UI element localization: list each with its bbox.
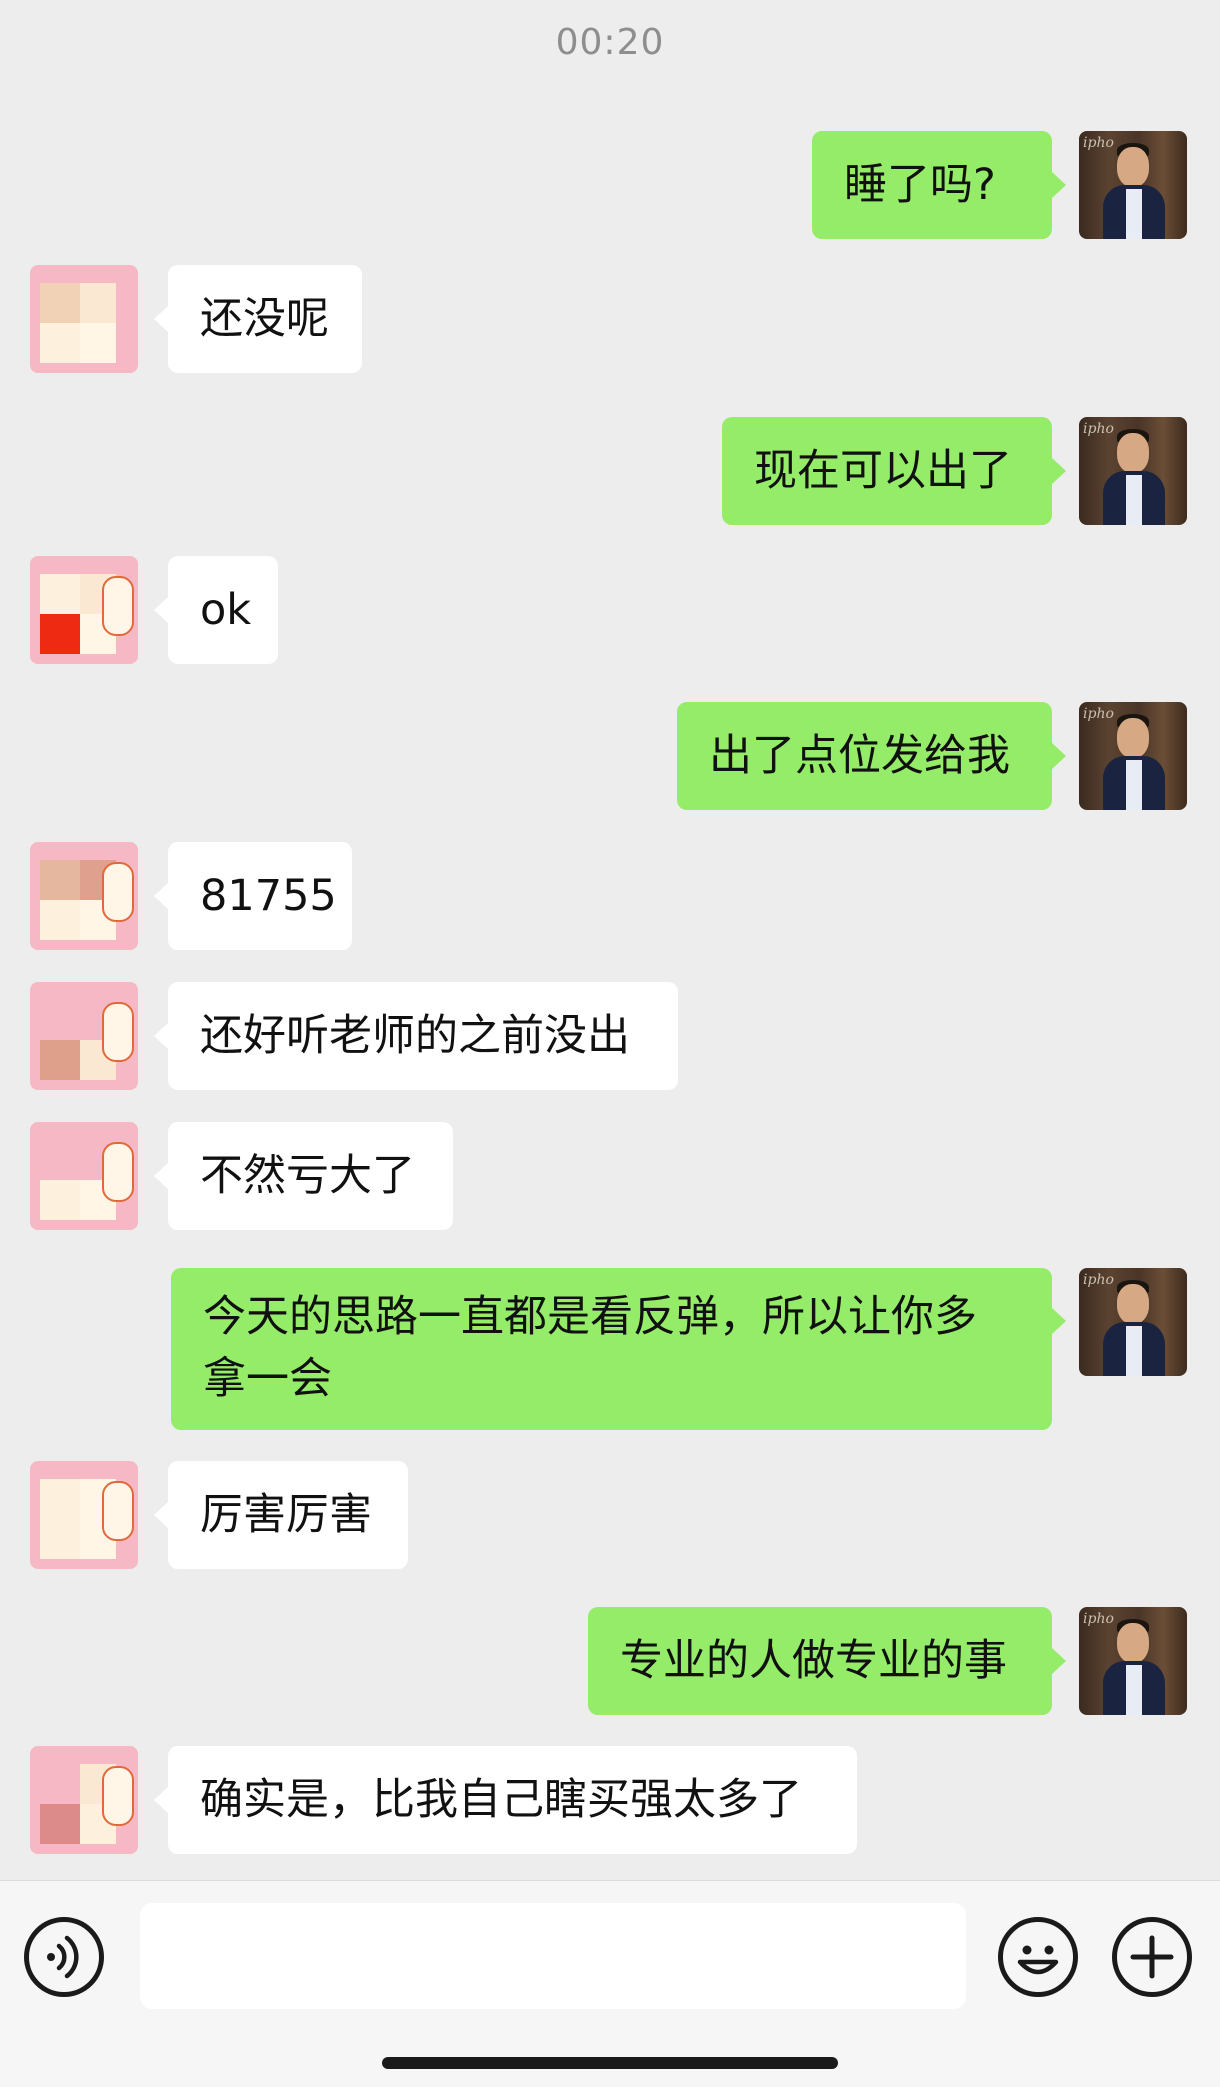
avatar-caption: ipho	[1083, 1272, 1114, 1288]
bubble-tail	[1052, 172, 1066, 198]
message-bubble-sent[interactable]: 今天的思路一直都是看反弹，所以让你多 拿一会	[171, 1268, 1052, 1430]
message-bubble-received[interactable]: 确实是，比我自己瞎买强太多了	[168, 1746, 857, 1854]
friend-avatar[interactable]	[30, 842, 138, 950]
bubble-tail	[1052, 458, 1066, 484]
message-bubble-sent[interactable]: 出了点位发给我	[677, 702, 1052, 810]
bubble-tail	[154, 306, 168, 332]
avatar-caption: ipho	[1083, 706, 1114, 722]
message-bubble-received[interactable]: 厉害厉害	[168, 1461, 408, 1569]
chat-screen: 00:20 睡了吗? ipho 还没呢 现在可以出了 ipho ok 出了点位发…	[0, 0, 1220, 2087]
friend-avatar[interactable]	[30, 1461, 138, 1569]
my-avatar[interactable]: ipho	[1079, 1607, 1187, 1715]
message-bubble-received[interactable]: 还没呢	[168, 265, 362, 373]
emoji-icon	[1017, 1945, 1059, 1975]
friend-avatar[interactable]	[30, 556, 138, 664]
avatar-caption: ipho	[1083, 421, 1114, 437]
avatar-caption: ipho	[1083, 135, 1114, 151]
plus-icon	[1130, 1935, 1174, 1979]
voice-mode-button[interactable]	[24, 1917, 104, 1997]
bubble-tail	[1052, 743, 1066, 769]
message-line: 今天的思路一直都是看反弹，所以让你多	[203, 1292, 977, 1342]
bubble-tail	[154, 1502, 168, 1528]
more-options-button[interactable]	[1112, 1917, 1192, 1997]
message-bubble-sent[interactable]: 现在可以出了	[722, 417, 1052, 525]
my-avatar[interactable]: ipho	[1079, 131, 1187, 239]
message-bubble-received[interactable]: 不然亏大了	[168, 1122, 453, 1230]
bubble-tail	[1052, 1308, 1066, 1334]
friend-avatar[interactable]	[30, 982, 138, 1090]
emoji-button[interactable]	[998, 1917, 1078, 1997]
message-bubble-sent[interactable]: 专业的人做专业的事	[588, 1607, 1052, 1715]
voice-mode-icon	[47, 1935, 79, 1979]
message-timestamp: 00:20	[555, 22, 665, 63]
message-input[interactable]	[140, 1903, 966, 2009]
message-bubble-received[interactable]: 81755	[168, 842, 352, 950]
friend-avatar[interactable]	[30, 1122, 138, 1230]
my-avatar[interactable]: ipho	[1079, 417, 1187, 525]
bubble-tail	[154, 883, 168, 909]
bubble-tail	[154, 597, 168, 623]
home-indicator[interactable]	[382, 2057, 838, 2069]
chat-input-bar	[0, 1880, 1220, 2087]
friend-avatar[interactable]	[30, 1746, 138, 1854]
bubble-tail	[154, 1163, 168, 1189]
avatar-caption: ipho	[1083, 1611, 1114, 1627]
message-bubble-received[interactable]: ok	[168, 556, 278, 664]
message-bubble-sent[interactable]: 睡了吗?	[812, 131, 1052, 239]
message-line: 拿一会	[203, 1354, 332, 1404]
message-bubble-received[interactable]: 还好听老师的之前没出	[168, 982, 678, 1090]
bubble-tail	[154, 1023, 168, 1049]
friend-avatar[interactable]	[30, 265, 138, 373]
bubble-tail	[154, 1787, 168, 1813]
my-avatar[interactable]: ipho	[1079, 702, 1187, 810]
bubble-tail	[1052, 1648, 1066, 1674]
my-avatar[interactable]: ipho	[1079, 1268, 1187, 1376]
